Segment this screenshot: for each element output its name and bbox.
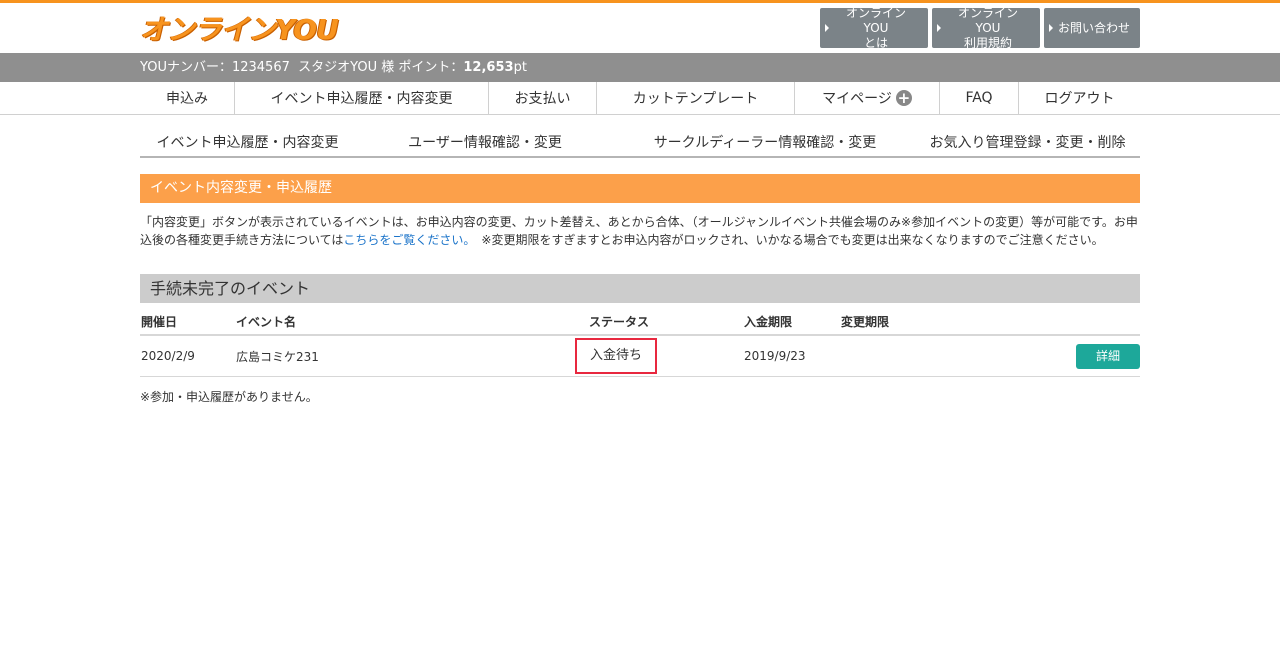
subnav-user-info-label: ユーザー情報確認・変更	[408, 135, 562, 151]
nav-payment-label: お支払い	[514, 91, 571, 107]
cell-status: 入金待ち	[575, 335, 743, 377]
sub-nav: イベント申込履歴・内容変更 ユーザー情報確認・変更 サークルディーラー情報確認・…	[140, 132, 1140, 158]
cell-payment-deadline: 2019/9/23	[743, 335, 840, 377]
nav-mypage[interactable]: マイページ +	[795, 82, 940, 114]
nav-apply-label: 申込み	[166, 91, 208, 107]
col-action	[971, 309, 1140, 336]
subnav-history[interactable]: イベント申込履歴・内容変更	[140, 132, 355, 156]
top-button-group: オンラインYOU とは オンラインYOU 利用規約 お問い合わせ	[820, 5, 1140, 50]
nav-logout-label: ログアウト	[1044, 91, 1115, 107]
arrow-right-icon	[1049, 24, 1053, 32]
about-button-label: オンラインYOU とは	[845, 5, 906, 50]
terms-button-label: オンラインYOU 利用規約	[957, 5, 1018, 50]
detail-button[interactable]: 詳細	[1076, 343, 1140, 369]
pending-events-title: 手続未完了のイベント	[140, 274, 1140, 303]
subnav-favorites-label: お気入り管理登録・変更・削除	[929, 135, 1126, 151]
cell-event-name: 広島コミケ231	[235, 335, 588, 377]
main-nav: 申込み イベント申込履歴・内容変更 お支払い カットテンプレート マイページ + …	[0, 82, 1280, 115]
subnav-user-info[interactable]: ユーザー情報確認・変更	[355, 132, 615, 156]
cell-change-deadline	[840, 335, 971, 377]
contact-button-label: お問い合わせ	[1058, 20, 1131, 35]
table-row: 2020/2/9 広島コミケ231 入金待ち 2019/9/23 詳細	[140, 335, 1140, 377]
nav-mypage-label: マイページ	[822, 91, 892, 107]
user-info-text: YOUナンバー：1234567 スタジオYOU 様 ポイント：	[140, 60, 464, 75]
section-title: イベント内容変更・申込履歴	[140, 174, 1140, 203]
col-change-deadline: 変更期限	[840, 309, 971, 336]
site-header: オンラインYOU オンラインYOU とは オンラインYOU 利用規約 お問い合わ…	[140, 3, 1140, 53]
about-button[interactable]: オンラインYOU とは	[820, 5, 928, 50]
nav-faq[interactable]: FAQ	[940, 82, 1019, 114]
subnav-favorites[interactable]: お気入り管理登録・変更・削除	[915, 132, 1140, 156]
cell-date: 2020/2/9	[140, 335, 235, 377]
arrow-right-icon	[825, 24, 829, 32]
events-table: 開催日 イベント名 ステータス 入金期限 変更期限 2020/2/9 広島コミケ…	[140, 309, 1140, 377]
nav-payment[interactable]: お支払い	[489, 82, 597, 114]
cell-action: 詳細	[971, 335, 1140, 377]
points-unit: pt	[513, 60, 527, 75]
terms-button[interactable]: オンラインYOU 利用規約	[932, 5, 1040, 50]
nav-apply[interactable]: 申込み	[140, 82, 235, 114]
col-status: ステータス	[588, 309, 743, 336]
points-value: 12,653	[463, 60, 514, 75]
col-date: 開催日	[140, 309, 235, 336]
nav-cut-template[interactable]: カットテンプレート	[597, 82, 795, 114]
description-note: ※変更期限をすぎますとお申込内容がロックされ、いかなる場合でも変更は出来なくなり…	[469, 233, 1104, 247]
nav-history-label: イベント申込履歴・内容変更	[270, 91, 453, 107]
nav-logout[interactable]: ログアウト	[1019, 82, 1140, 114]
col-event-name: イベント名	[235, 309, 588, 336]
plus-circle-icon: +	[895, 89, 912, 107]
user-info-bar: YOUナンバー：1234567 スタジオYOU 様 ポイント：12,653pt	[0, 53, 1280, 82]
subnav-history-label: イベント申込履歴・内容変更	[156, 135, 339, 151]
nav-faq-label: FAQ	[965, 90, 993, 106]
subnav-circle-info[interactable]: サークルディーラー情報確認・変更	[615, 132, 915, 156]
col-payment-deadline: 入金期限	[743, 309, 840, 336]
empty-history-note: ※参加・申込履歴がありません。	[140, 390, 318, 404]
logo-text: オンラインYOU	[140, 13, 339, 46]
guide-link[interactable]: こちらをご覧ください。	[343, 233, 469, 247]
contact-button[interactable]: お問い合わせ	[1044, 8, 1140, 48]
site-logo[interactable]: オンラインYOU	[140, 13, 339, 46]
nav-history[interactable]: イベント申込履歴・内容変更	[235, 82, 489, 114]
status-badge: 入金待ち	[575, 338, 658, 374]
arrow-right-icon	[937, 24, 941, 32]
subnav-circle-info-label: サークルディーラー情報確認・変更	[653, 135, 877, 151]
description: 「内容変更」ボタンが表示されているイベントは、お申込内容の変更、カット差替え、あ…	[140, 213, 1140, 249]
table-header-row: 開催日 イベント名 ステータス 入金期限 変更期限	[140, 309, 1140, 336]
nav-cut-template-label: カットテンプレート	[632, 91, 759, 107]
main-content: イベント申込履歴・内容変更 ユーザー情報確認・変更 サークルディーラー情報確認・…	[140, 132, 1140, 405]
